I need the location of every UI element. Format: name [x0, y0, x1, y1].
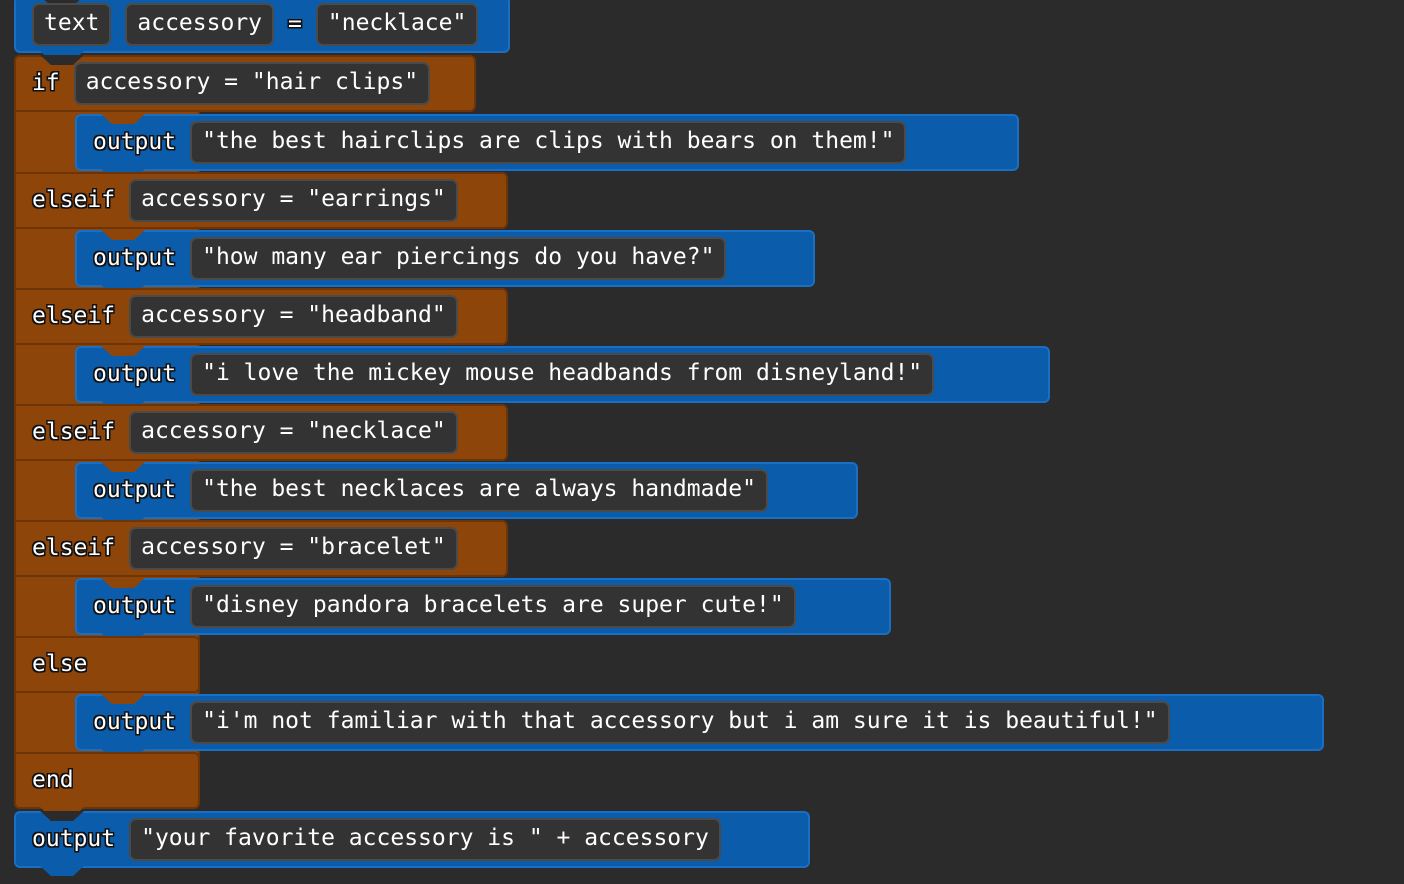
block-notch-top	[40, 811, 84, 821]
final-output-value-field[interactable]: "your favorite accessory is " + accessor…	[129, 818, 721, 861]
if-condition-field[interactable]: accessory = "hair clips"	[73, 62, 431, 105]
block-notch-top	[101, 230, 145, 240]
elseif-body-output-block-2[interactable]: output "the best necklaces are always ha…	[75, 462, 858, 527]
declaration-value-field[interactable]: "necklace"	[315, 3, 479, 46]
elseif-keyword-label-2: elseif	[32, 419, 116, 445]
output-value-field[interactable]: "the best hairclips are clips with bears…	[190, 121, 907, 164]
elseif-condition-field-0[interactable]: accessory = "earrings"	[129, 179, 458, 222]
type-keyword-field[interactable]: text	[32, 3, 112, 46]
end-keyword-label: end	[32, 767, 74, 793]
output-keyword-label-2: output	[93, 477, 177, 503]
if-keyword-label: if	[32, 70, 60, 96]
if-header-row[interactable]: if accessory = "hair clips"	[14, 55, 476, 112]
output-keyword-label: output	[93, 129, 177, 155]
elseif-body-output-block-0[interactable]: output "how many ear piercings do you ha…	[75, 230, 815, 295]
elseif-body-output-block-1[interactable]: output "i love the mickey mouse headband…	[75, 346, 1050, 411]
elseif-condition-field-1[interactable]: accessory = "headband"	[129, 295, 458, 338]
output-value-field-0[interactable]: "how many ear piercings do you have?"	[190, 237, 727, 280]
assign-operator-label: =	[288, 11, 302, 37]
elseif-body-output-block-3[interactable]: output "disney pandora bracelets are sup…	[75, 578, 891, 643]
block-notch-top	[101, 114, 145, 124]
if-body-output-block[interactable]: output "the best hairclips are clips wit…	[75, 114, 1019, 179]
variable-declaration-block[interactable]: text accessory = "necklace"	[14, 0, 510, 61]
output-value-field-2[interactable]: "the best necklaces are always handmade"	[190, 469, 768, 512]
final-output-keyword-label: output	[32, 826, 116, 852]
variable-name-field[interactable]: accessory	[125, 3, 275, 46]
elseif-keyword-label-0: elseif	[32, 187, 116, 213]
else-keyword-label: else	[32, 651, 88, 677]
output-keyword-label-0: output	[93, 245, 177, 271]
output-value-field-1[interactable]: "i love the mickey mouse headbands from …	[190, 353, 935, 396]
output-keyword-label-3: output	[93, 593, 177, 619]
elseif-header-row-3[interactable]: elseif accessory = "bracelet"	[14, 520, 508, 577]
block-notch-top	[101, 578, 145, 588]
elseif-keyword-label-3: elseif	[32, 535, 116, 561]
else-output-keyword-label: output	[93, 709, 177, 735]
block-notch-top	[101, 462, 145, 472]
else-output-value-field[interactable]: "i'm not familiar with that accessory bu…	[190, 701, 1170, 744]
output-value-field-3[interactable]: "disney pandora bracelets are super cute…	[190, 585, 796, 628]
elseif-condition-field-2[interactable]: accessory = "necklace"	[129, 411, 458, 454]
elseif-header-row-0[interactable]: elseif accessory = "earrings"	[14, 172, 508, 229]
elseif-keyword-label-1: elseif	[32, 303, 116, 329]
end-footer-row[interactable]: end	[14, 752, 200, 817]
block-tab-bottom	[40, 866, 84, 876]
output-keyword-label-1: output	[93, 361, 177, 387]
else-body-output-block[interactable]: output "i'm not familiar with that acces…	[75, 694, 1324, 759]
block-workspace[interactable]: text accessory = "necklace" if accessory…	[0, 0, 1404, 884]
else-header-row[interactable]: else	[14, 636, 200, 693]
block-notch-top	[101, 346, 145, 356]
elseif-condition-field-3[interactable]: accessory = "bracelet"	[129, 527, 458, 570]
final-output-block[interactable]: output "your favorite accessory is " + a…	[14, 811, 810, 876]
elseif-header-row-2[interactable]: elseif accessory = "necklace"	[14, 404, 508, 461]
elseif-header-row-1[interactable]: elseif accessory = "headband"	[14, 288, 508, 345]
block-notch-top	[101, 694, 145, 704]
